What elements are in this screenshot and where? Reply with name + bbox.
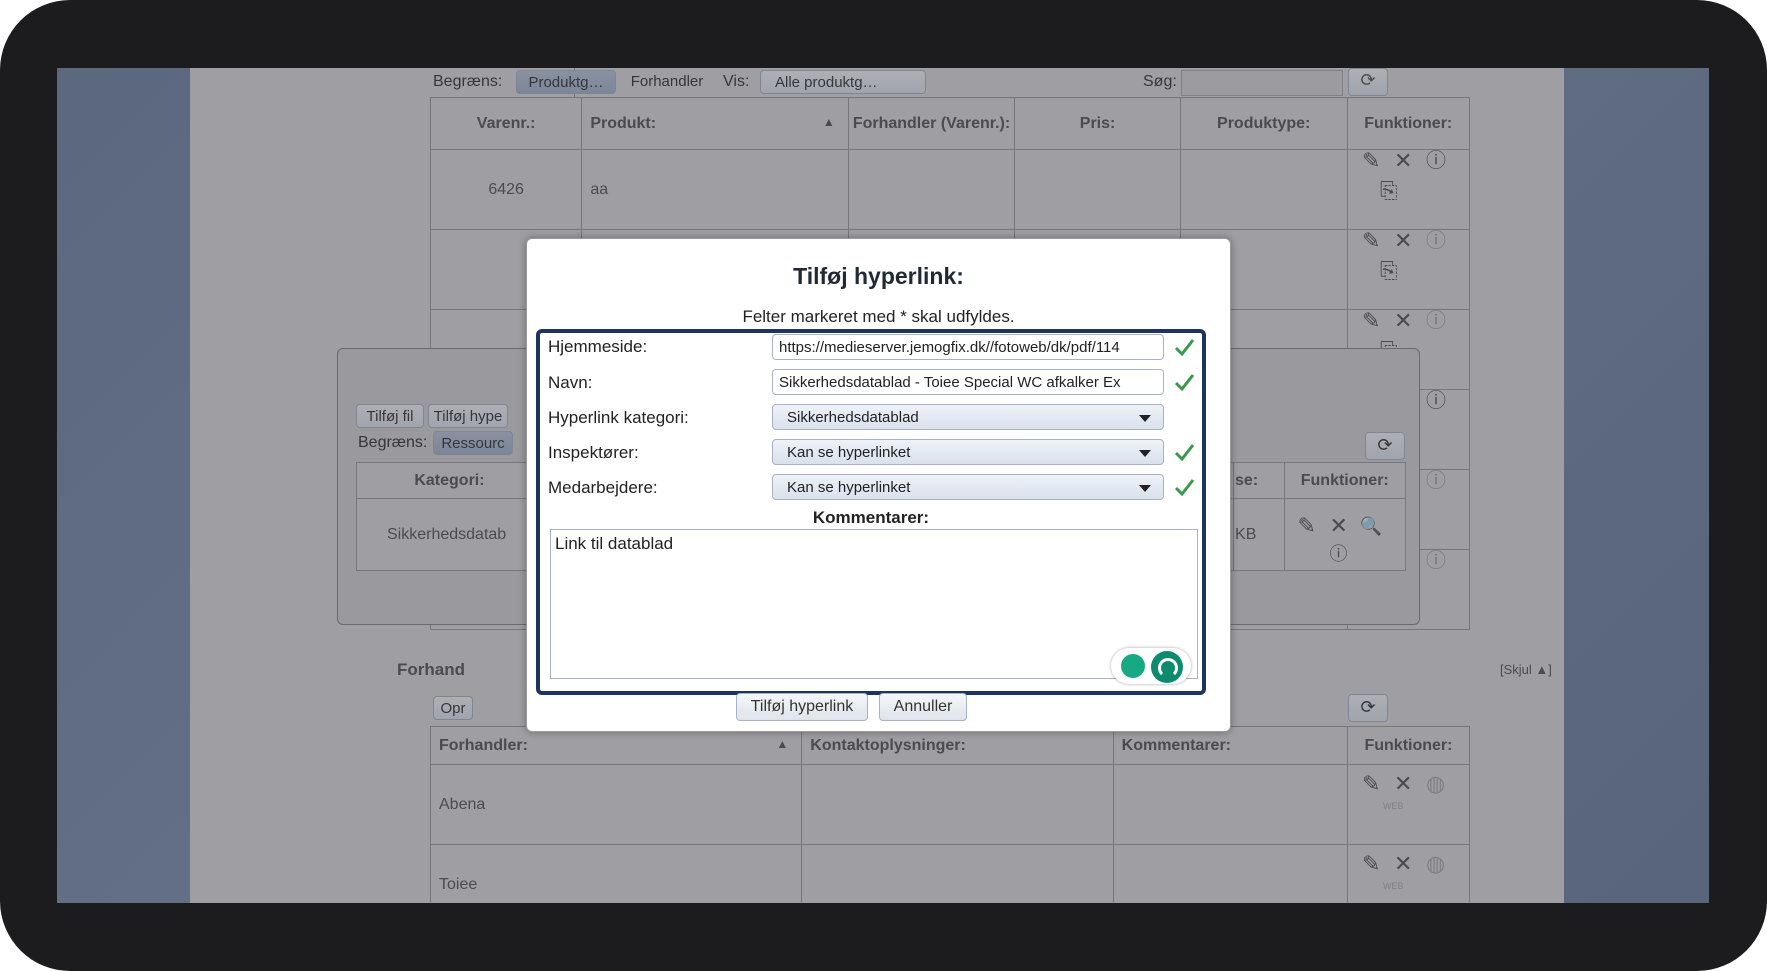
hjemmeside-input[interactable]: https://medieserver.jemogfix.dk//fotoweb…	[772, 334, 1164, 360]
grammarly-icon[interactable]	[1151, 651, 1183, 683]
device-frame: Begræns: Produktg… Forhandler Vis: Alle …	[0, 0, 1767, 971]
form-container: Hjemmeside: https://medieserver.jemogfix…	[536, 329, 1206, 695]
grammar-widget[interactable]	[1111, 648, 1191, 684]
cancel-button[interactable]: Annuller	[879, 693, 967, 721]
chevron-down-icon	[1139, 485, 1151, 492]
add-hyperlink-dialog: Tilføj hyperlink: Felter markeret med * …	[526, 238, 1231, 732]
medarbejdere-label: Medarbejdere:	[548, 478, 658, 497]
valid-check-icon	[1174, 479, 1195, 497]
lightbulb-icon[interactable]	[1121, 654, 1145, 678]
kategori-value: Sikkerhedsdatablad	[787, 409, 919, 426]
kommentarer-textarea[interactable]: Link til datablad	[550, 529, 1198, 679]
dialog-subtitle: Felter markeret med * skal udfyldes.	[742, 307, 1015, 326]
inspektorer-select[interactable]: Kan se hyperlinket	[772, 439, 1164, 465]
valid-check-icon	[1174, 444, 1195, 462]
inspektorer-value: Kan se hyperlinket	[787, 444, 911, 461]
valid-check-icon	[1174, 339, 1195, 357]
chevron-down-icon	[1139, 415, 1151, 422]
medarbejdere-select[interactable]: Kan se hyperlinket	[772, 474, 1164, 500]
submit-hyperlink-button[interactable]: Tilføj hyperlink	[736, 693, 868, 721]
kategori-select[interactable]: Sikkerhedsdatablad	[772, 404, 1164, 430]
hjemmeside-label: Hjemmeside:	[548, 337, 648, 356]
screen: Begræns: Produktg… Forhandler Vis: Alle …	[57, 68, 1709, 903]
medarbejdere-value: Kan se hyperlinket	[787, 479, 911, 496]
navn-input[interactable]: Sikkerhedsdatablad - Toiee Special WC af…	[772, 369, 1164, 395]
navn-label: Navn:	[548, 373, 593, 392]
chevron-down-icon	[1139, 450, 1151, 457]
inspektorer-label: Inspektører:	[548, 443, 639, 462]
dialog-title: Tilføj hyperlink:	[793, 263, 964, 289]
kategori-label: Hyperlink kategori:	[548, 408, 689, 427]
kommentarer-label: Kommentarer:	[812, 508, 930, 527]
valid-check-icon	[1174, 374, 1195, 392]
